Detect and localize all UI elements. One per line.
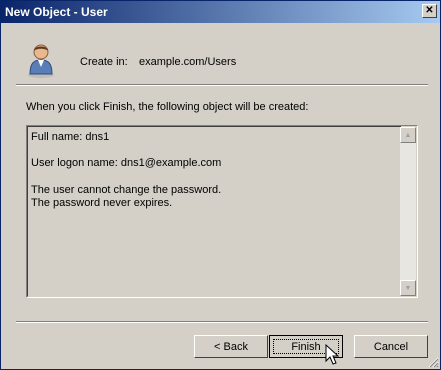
new-object-user-dialog: New Object - User ✕ Create in: example.c…	[0, 0, 441, 370]
close-icon: ✕	[425, 5, 434, 16]
window-title: New Object - User	[5, 5, 108, 19]
scroll-down-button[interactable]: ▼	[400, 280, 416, 296]
summary-full-name: Full name: dns1	[31, 131, 110, 143]
cancel-button[interactable]: Cancel	[354, 335, 428, 358]
scroll-up-icon: ▲	[404, 131, 412, 139]
summary-content: Full name: dns1 User logon name: dns1@ex…	[27, 126, 401, 297]
back-button[interactable]: < Back	[194, 335, 268, 358]
close-button[interactable]: ✕	[422, 4, 437, 18]
create-in-label: Create in:	[80, 56, 128, 68]
dialog-header: Create in: example.com/Users	[1, 23, 440, 85]
mouse-pointer-icon	[325, 344, 339, 365]
resize-grip-icon[interactable]	[427, 356, 439, 368]
create-in-value: example.com/Users	[139, 56, 237, 68]
summary-password-change: The user cannot change the password.	[31, 184, 222, 196]
title-bar[interactable]: New Object - User ✕	[1, 1, 440, 23]
footer-separator	[16, 321, 428, 323]
header-separator	[16, 84, 428, 86]
summary-password-expire: The password never expires.	[31, 197, 173, 209]
summary-scrollbar[interactable]: ▲ ▼	[400, 127, 416, 296]
user-icon	[28, 44, 54, 78]
summary-textbox[interactable]: Full name: dns1 User logon name: dns1@ex…	[26, 125, 418, 298]
summary-intro-text: When you click Finish, the following obj…	[26, 101, 309, 113]
scroll-up-button[interactable]: ▲	[400, 127, 416, 143]
summary-logon-name: User logon name: dns1@example.com	[31, 157, 222, 169]
scroll-down-icon: ▼	[404, 284, 412, 292]
